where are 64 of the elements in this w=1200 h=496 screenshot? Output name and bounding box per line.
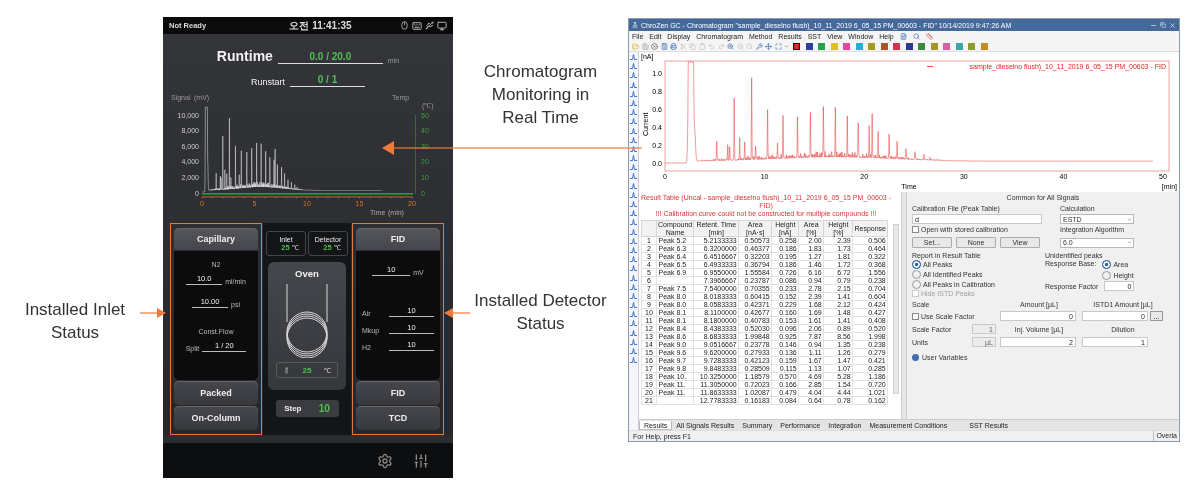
pointer-arrow — [140, 308, 166, 318]
close-icon[interactable] — [1169, 21, 1176, 29]
settings-icon[interactable] — [377, 452, 393, 469]
oven-label: Oven — [295, 268, 319, 280]
color-swatch[interactable] — [793, 42, 800, 50]
type-button[interactable]: Packed — [174, 381, 258, 406]
mouse-icon — [400, 21, 409, 31]
ruler-icon[interactable] — [925, 32, 933, 40]
color-swatch[interactable] — [855, 42, 863, 50]
checkbox[interactable] — [912, 312, 919, 320]
monitor-icon — [437, 20, 447, 31]
pointer-arrow — [444, 308, 470, 318]
table-cell — [656, 276, 694, 285]
restore-icon[interactable] — [1160, 22, 1166, 28]
clipboard-icon[interactable] — [698, 42, 706, 50]
sliders-icon[interactable] — [413, 452, 429, 469]
color-swatch[interactable] — [893, 42, 900, 50]
usb-icon — [425, 21, 434, 31]
color-swatch[interactable] — [818, 42, 825, 50]
runtime-label: Runtime — [216, 48, 273, 65]
legend-line — [927, 66, 933, 67]
color-swatch[interactable] — [943, 42, 950, 50]
temperature-value: 25 — [302, 365, 312, 375]
type-button[interactable]: On-Column — [174, 406, 258, 431]
dropdown-icon — [1127, 240, 1132, 245]
printer-icon[interactable] — [670, 42, 677, 50]
color-swatch[interactable] — [955, 42, 963, 50]
column-header — [641, 220, 657, 237]
color-swatch[interactable] — [905, 42, 913, 50]
clock: 오전 11:41:35 — [288, 18, 353, 33]
color-swatch[interactable] — [968, 42, 975, 50]
type-tab[interactable]: Capillary — [174, 228, 258, 251]
color-swatch[interactable] — [918, 42, 925, 50]
runstart-value: 0 / 1 — [290, 74, 365, 88]
keyboard-icon — [412, 20, 422, 31]
callout-text: Installed Inlet Status — [23, 299, 127, 344]
callout-text: Installed Detector Status — [473, 290, 608, 335]
calculator-icon[interactable] — [660, 42, 668, 50]
zoom-in-icon[interactable] — [727, 42, 734, 50]
runtime-value: 0.0 / 20.0 — [277, 51, 383, 65]
color-swatch[interactable] — [843, 42, 850, 50]
color-swatch[interactable] — [805, 42, 813, 50]
move-icon[interactable] — [765, 42, 772, 50]
color-swatch[interactable] — [880, 42, 888, 50]
close-file-icon[interactable] — [651, 42, 658, 50]
type-button[interactable]: FID — [356, 381, 440, 406]
callout-text: Chromatogram Monitoring in Real Time — [482, 61, 599, 129]
table-cell — [656, 396, 694, 405]
radio-button[interactable] — [912, 260, 921, 269]
thermometer-icon — [283, 366, 291, 374]
radio-button[interactable] — [1102, 260, 1112, 269]
step-value: 10 — [318, 403, 330, 415]
color-swatch[interactable] — [930, 42, 938, 50]
color-swatch[interactable] — [980, 42, 988, 50]
dropdown-icon — [1127, 216, 1132, 222]
type-tab[interactable]: FID — [356, 228, 440, 251]
runstart-label: Runstart — [251, 77, 285, 88]
flask-icon — [632, 22, 638, 28]
checkbox[interactable] — [912, 226, 919, 233]
step-label: Step — [284, 404, 302, 414]
vertical-scrollbar[interactable] — [893, 224, 899, 394]
wrench-icon[interactable] — [755, 42, 763, 50]
type-button[interactable]: TCD — [356, 406, 440, 431]
color-swatch[interactable] — [868, 42, 875, 50]
